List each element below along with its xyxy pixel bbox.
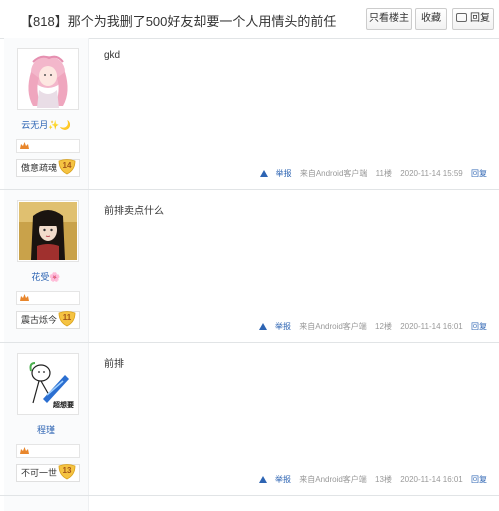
reply-button-label: 回复 [470, 13, 490, 24]
username-text: 云无月 [21, 120, 49, 130]
only-op-button[interactable]: 只看楼主 [366, 8, 412, 30]
floor-number: 13楼 [375, 475, 392, 484]
post-time: 2020-11-14 15:59 [400, 169, 463, 178]
username-emoji: ✨🌙 [48, 120, 71, 130]
crown-icon [20, 142, 29, 149]
post-tail: 举报 来自Android客户端 11楼 2020-11-14 15:59 回复 [248, 168, 487, 179]
post-tail: 举报 来自Android客户端 13楼 2020-11-14 16:01 回复 [247, 474, 487, 485]
avatar-image [19, 50, 77, 108]
author-sidebar: 云无月✨🌙 傲意疏魂 14 [4, 38, 89, 189]
report-label: 举报 [275, 475, 291, 484]
level-name: 震古烁今 [21, 315, 58, 325]
avatar-caption: 超想要 [53, 400, 74, 409]
author-sidebar: 花受🌸 震古烁今 11 [4, 190, 89, 342]
floor-number: 12楼 [375, 322, 392, 331]
avatar-image [19, 202, 77, 260]
member-badge-box [16, 139, 80, 153]
reply-icon [456, 13, 467, 22]
reply-link[interactable]: 回复 [471, 169, 487, 178]
level-number-badge: 13 [58, 464, 76, 480]
username[interactable]: 花受🌸 [4, 270, 88, 283]
report-link[interactable]: 举报 [253, 322, 291, 331]
level-name: 傲意疏魂 [21, 163, 58, 173]
post-source: 来自Android客户端 [299, 169, 368, 178]
post-tail: 举报 来自Android客户端 12楼 2020-11-14 16:01 回复 [247, 321, 487, 332]
post-source: 来自Android客户端 [299, 475, 367, 484]
level-number-badge: 11 [58, 311, 76, 327]
level-badge[interactable]: 傲意疏魂 14 [16, 159, 80, 177]
level-number: 11 [62, 313, 72, 322]
post-floor-11: 云无月✨🌙 傲意疏魂 14 gkd 举报 来自Android客户端 11楼 20… [0, 38, 499, 190]
post-floor-13: 超想要 程瑾 不可一世 13 前排 举报 来自Android客户端 13楼 20… [0, 343, 499, 496]
username-emoji: 🌸 [49, 272, 61, 282]
post-time: 2020-11-14 16:01 [400, 475, 463, 484]
floor-number: 11楼 [375, 169, 392, 178]
crown-icon [20, 294, 29, 301]
reply-link[interactable]: 回复 [471, 475, 487, 484]
post-time: 2020-11-14 16:01 [400, 322, 463, 331]
warning-icon [259, 323, 267, 330]
post-floor-12: 花受🌸 震古烁今 11 前排卖点什么 举报 来自Android客户端 12楼 2… [0, 190, 499, 343]
avatar-image: 超想要 [19, 355, 77, 413]
report-label: 举报 [275, 169, 292, 178]
member-badge-box [16, 291, 80, 305]
post-partial [0, 496, 499, 511]
level-badge[interactable]: 不可一世 13 [16, 464, 80, 482]
post-content: 前排卖点什么 [104, 206, 164, 217]
avatar[interactable] [17, 48, 79, 110]
username[interactable]: 云无月✨🌙 [4, 118, 88, 131]
crown-icon [20, 447, 29, 454]
username-text: 程瑾 [36, 425, 55, 435]
thread-title: 【818】那个为我删了500好友却要一个人用情头的前任 [20, 14, 337, 29]
report-link[interactable]: 举报 [254, 169, 292, 178]
reply-button[interactable]: 回复 [452, 8, 494, 30]
warning-icon [259, 476, 267, 483]
report-link[interactable]: 举报 [253, 475, 291, 484]
post-content: 前排 [104, 359, 124, 370]
post-content: gkd [104, 50, 121, 61]
reply-link[interactable]: 回复 [471, 322, 487, 331]
avatar[interactable]: 超想要 [17, 353, 79, 415]
level-number: 14 [62, 161, 72, 170]
avatar[interactable] [17, 200, 79, 262]
level-number-badge: 14 [58, 159, 76, 175]
post-source: 来自Android客户端 [299, 322, 367, 331]
username-text: 花受 [31, 272, 50, 282]
level-badge[interactable]: 震古烁今 11 [16, 311, 80, 329]
level-name: 不可一世 [21, 468, 58, 478]
username[interactable]: 程瑾 [4, 423, 88, 436]
member-badge-box [16, 444, 80, 458]
warning-icon [259, 170, 268, 177]
level-number: 13 [62, 466, 72, 475]
favorite-button[interactable]: 收藏 [415, 8, 447, 30]
author-sidebar: 超想要 程瑾 不可一世 13 [4, 343, 89, 495]
report-label: 举报 [275, 322, 291, 331]
author-sidebar [4, 496, 89, 511]
thread-header: 【818】那个为我删了500好友却要一个人用情头的前任 只看楼主 收藏 回复 [0, 0, 499, 39]
